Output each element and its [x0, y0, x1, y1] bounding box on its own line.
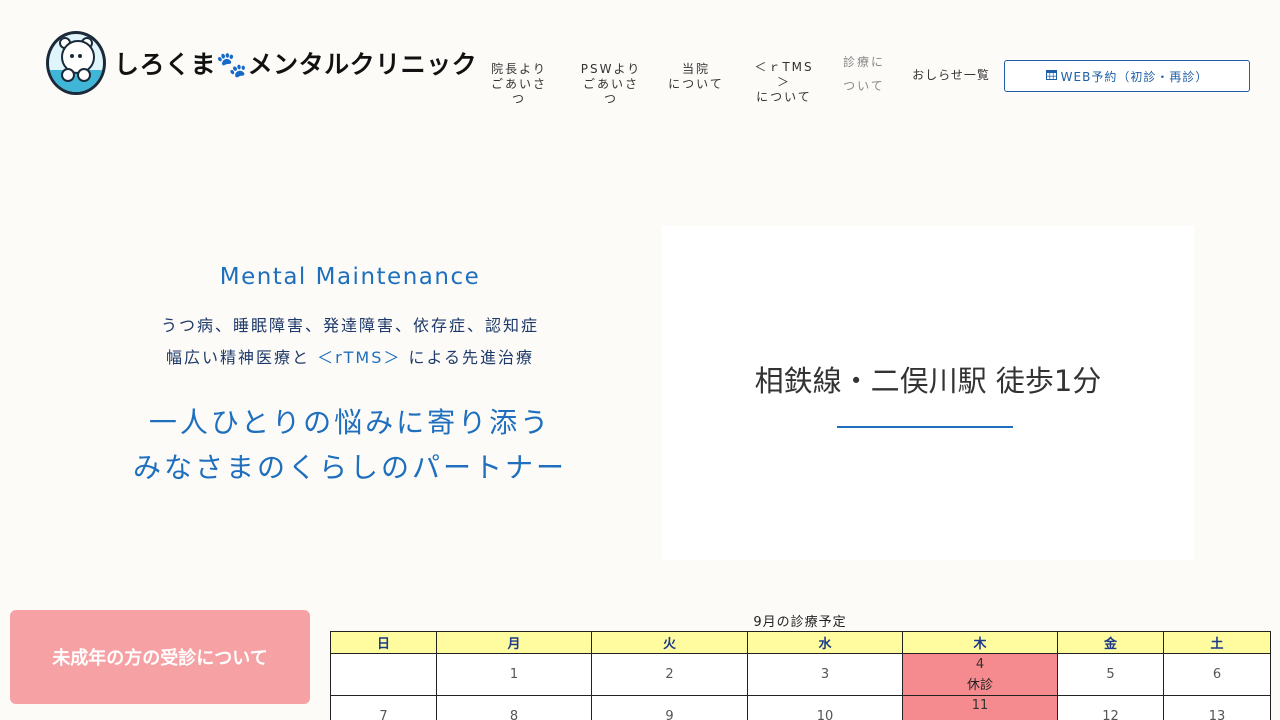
clinic-logo[interactable]: しろくま🐾メンタルクリニック	[46, 31, 477, 95]
nav-label: について	[668, 77, 724, 91]
schedule-calendar: 日 月 火 水 木 金 土 1 2 3 4 休診 5 6 7 8 9 10 11…	[330, 631, 1271, 720]
nav-label: ＜ｒTMS＞	[754, 60, 814, 89]
calendar-day: 5	[1057, 653, 1164, 696]
calendar-title: 9月の診療予定	[753, 615, 847, 630]
nav-about-clinic[interactable]: 当院 について	[668, 62, 724, 92]
calendar-day: 7	[330, 695, 437, 720]
nav-label: ごあいさつ	[582, 77, 639, 106]
nav-label: について	[756, 90, 812, 104]
access-underline	[837, 426, 1013, 428]
day-header: 金	[1057, 631, 1164, 654]
calendar-week-row: 7 8 9 10 11 12 13	[330, 695, 1271, 720]
day-header: 月	[436, 631, 592, 654]
web-reservation-button[interactable]: WEB予約（初診・再診）	[1004, 60, 1250, 92]
calendar-day: 8	[436, 695, 592, 720]
calendar-icon	[1045, 69, 1057, 83]
hero-text-block: Mental Maintenance うつ病、睡眠障害、発達障害、依存症、認知症…	[100, 264, 600, 490]
hero-rtms-highlight: ＜rTMS＞	[317, 348, 402, 367]
hero-subtitle-line2: 幅広い精神医療と ＜rTMS＞ による先進治療	[100, 342, 600, 374]
day-header: 木	[902, 631, 1058, 654]
web-reservation-label: WEB予約（初診・再診）	[1060, 69, 1209, 84]
hero-subtitle: うつ病、睡眠障害、発達障害、依存症、認知症 幅広い精神医療と ＜rTMS＞ によ…	[100, 310, 600, 374]
hero-tagline-line1: 一人ひとりの悩みに寄り添う	[148, 406, 552, 439]
day-header: 日	[330, 631, 437, 654]
holiday-label: 休診	[966, 677, 993, 693]
day-header: 火	[591, 631, 748, 654]
hero-access-card: 相鉄線・二俣川駅 徒歩1分	[662, 226, 1194, 560]
polar-bear-logo-icon	[46, 31, 106, 95]
nav-label: ついて	[843, 79, 885, 93]
calendar-day-holiday: 11	[902, 695, 1058, 720]
calendar-day: 12	[1057, 695, 1164, 720]
day-number: 11	[971, 698, 989, 713]
nav-label: ごあいさつ	[490, 77, 547, 106]
calendar-day: 9	[591, 695, 748, 720]
hero-tagline-line2: みなさまのくらしのパートナー	[132, 451, 567, 484]
day-header: 水	[747, 631, 903, 654]
calendar-week-row: 1 2 3 4 休診 5 6	[330, 653, 1271, 696]
hero-subtitle-part: による先進治療	[408, 348, 535, 367]
nav-director-greeting[interactable]: 院長より ごあいさつ	[486, 62, 552, 107]
calendar-day: 2	[591, 653, 748, 696]
calendar-day	[330, 653, 437, 696]
calendar-day-holiday: 4 休診	[902, 653, 1058, 696]
nav-label: 院長より	[491, 62, 547, 76]
nav-psw-greeting[interactable]: PSWより ごあいさつ	[578, 62, 644, 107]
hero-english-title: Mental Maintenance	[219, 264, 481, 290]
hero-subtitle-line1: うつ病、睡眠障害、発達障害、依存症、認知症	[160, 316, 539, 335]
day-header: 土	[1163, 631, 1271, 654]
nav-news-list[interactable]: おしらせ一覧	[909, 68, 993, 83]
hero-subtitle-part: 幅広い精神医療と	[165, 348, 310, 367]
nav-about-treatment[interactable]: 診療に ついて	[840, 50, 888, 98]
hero-tagline: 一人ひとりの悩みに寄り添う みなさまのくらしのパートナー	[100, 400, 600, 490]
calendar-day: 13	[1163, 695, 1271, 720]
calendar-day: 1	[436, 653, 592, 696]
nav-label: 当院	[681, 62, 710, 76]
access-text: 相鉄線・二俣川駅 徒歩1分	[754, 364, 1102, 398]
calendar-header-row: 日 月 火 水 木 金 土	[330, 631, 1271, 654]
logo-text: しろくま🐾メンタルクリニック	[114, 50, 478, 79]
nav-label: おしらせ一覧	[912, 68, 990, 82]
calendar-day: 3	[747, 653, 903, 696]
calendar-day: 6	[1163, 653, 1271, 696]
nav-label: PSWより	[580, 62, 642, 76]
calendar-day: 10	[747, 695, 903, 720]
minor-consultation-button[interactable]: 未成年の方の受診について	[10, 610, 310, 704]
day-number: 4	[975, 656, 985, 672]
nav-label: 診療に	[842, 55, 885, 69]
nav-about-rtms[interactable]: ＜ｒTMS＞ について	[748, 60, 820, 105]
